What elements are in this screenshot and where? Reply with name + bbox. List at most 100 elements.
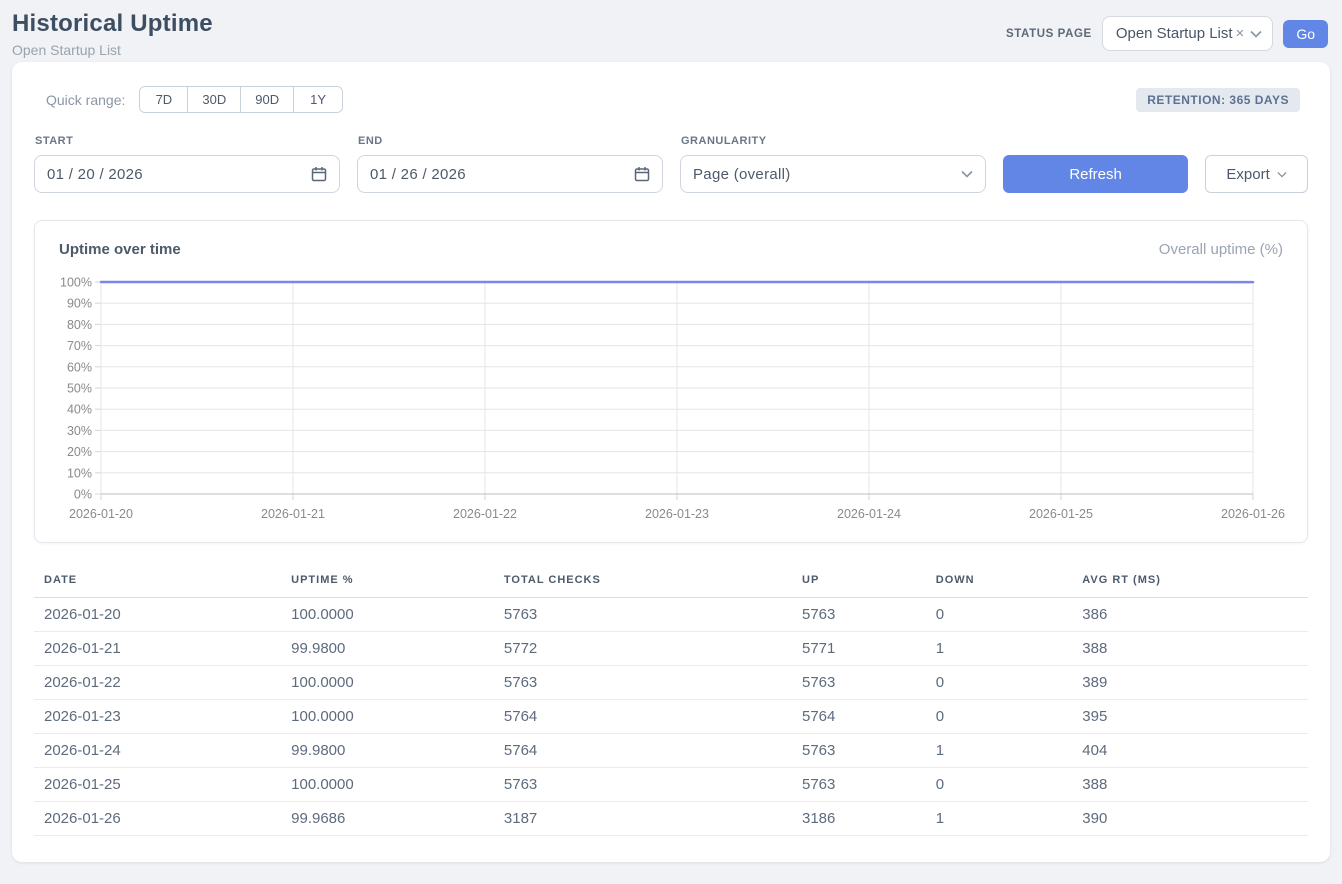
table-cell: 1	[926, 734, 1073, 768]
uptime-chart-card: Uptime over time Overall uptime (%) 0%10…	[34, 220, 1308, 543]
table-cell: 395	[1072, 700, 1308, 734]
table-cell: 5763	[792, 666, 926, 700]
granularity-field: GRANULARITY Page (overall)	[680, 135, 986, 193]
start-date-value: 01 / 20 / 2026	[47, 166, 143, 183]
table-row: 2026-01-2499.9800576457631404	[34, 734, 1308, 768]
column-header-up: UP	[792, 566, 926, 598]
quick-range-button-7d[interactable]: 7D	[140, 87, 188, 112]
end-date-field: END 01 / 26 / 2026	[357, 135, 663, 193]
status-page-controls: STATUS PAGE Open Startup List × Go	[1006, 16, 1328, 51]
table-cell: 5764	[494, 734, 792, 768]
table-cell: 388	[1072, 632, 1308, 666]
quick-range-button-30d[interactable]: 30D	[188, 87, 241, 112]
table-cell: 3186	[792, 802, 926, 836]
table-cell: 390	[1072, 802, 1308, 836]
uptime-table: DATEUPTIME %TOTAL CHECKSUPDOWNAVG RT (MS…	[34, 566, 1308, 836]
refresh-button[interactable]: Refresh	[1003, 155, 1188, 193]
uptime-line-chart[interactable]: 0%10%20%30%40%50%60%70%80%90%100%2026-01…	[59, 272, 1285, 528]
page-subtitle: Open Startup List	[12, 42, 213, 58]
granularity-label: GRANULARITY	[681, 135, 986, 147]
table-cell: 100.0000	[281, 700, 494, 734]
top-header: Historical Uptime Open Startup List STAT…	[0, 0, 1342, 62]
table-cell: 1	[926, 802, 1073, 836]
quick-range-button-1y[interactable]: 1Y	[294, 87, 342, 112]
svg-text:2026-01-24: 2026-01-24	[837, 507, 901, 521]
svg-text:60%: 60%	[67, 360, 92, 374]
end-date-label: END	[358, 135, 663, 147]
export-button[interactable]: Export	[1205, 155, 1308, 193]
table-cell: 5772	[494, 632, 792, 666]
svg-text:50%: 50%	[67, 382, 92, 396]
retention-badge: RETENTION: 365 DAYS	[1136, 88, 1300, 112]
svg-text:90%: 90%	[67, 297, 92, 311]
table-cell: 389	[1072, 666, 1308, 700]
end-date-input[interactable]: 01 / 26 / 2026	[357, 155, 663, 193]
table-cell: 5763	[792, 734, 926, 768]
title-block: Historical Uptime Open Startup List	[12, 10, 213, 58]
chevron-down-icon	[1250, 30, 1262, 38]
svg-text:2026-01-21: 2026-01-21	[261, 507, 325, 521]
table-cell: 0	[926, 598, 1073, 632]
column-header-uptime-: UPTIME %	[281, 566, 494, 598]
table-cell: 100.0000	[281, 598, 494, 632]
table-cell: 0	[926, 666, 1073, 700]
svg-text:80%: 80%	[67, 318, 92, 332]
go-button[interactable]: Go	[1283, 20, 1328, 48]
table-header-row: DATEUPTIME %TOTAL CHECKSUPDOWNAVG RT (MS…	[34, 566, 1308, 598]
svg-text:10%: 10%	[67, 466, 92, 480]
table-row: 2026-01-20100.0000576357630386	[34, 598, 1308, 632]
table-cell: 5763	[792, 598, 926, 632]
table-cell: 2026-01-25	[34, 768, 281, 802]
end-date-value: 01 / 26 / 2026	[370, 166, 466, 183]
table-cell: 3187	[494, 802, 792, 836]
main-panel: Quick range: 7D30D90D1Y RETENTION: 365 D…	[12, 62, 1330, 862]
table-row: 2026-01-2199.9800577257711388	[34, 632, 1308, 666]
status-page-select[interactable]: Open Startup List ×	[1102, 16, 1274, 51]
table-cell: 2026-01-20	[34, 598, 281, 632]
quick-range-button-group: 7D30D90D1Y	[139, 86, 343, 113]
calendar-icon[interactable]	[634, 166, 650, 182]
chevron-down-icon	[1277, 171, 1287, 178]
status-page-label: STATUS PAGE	[1006, 28, 1092, 40]
table-cell: 2026-01-24	[34, 734, 281, 768]
table-cell: 5764	[494, 700, 792, 734]
start-date-field: START 01 / 20 / 2026	[34, 135, 340, 193]
column-header-total-checks: TOTAL CHECKS	[494, 566, 792, 598]
table-row: 2026-01-23100.0000576457640395	[34, 700, 1308, 734]
table-cell: 2026-01-22	[34, 666, 281, 700]
clear-selection-icon[interactable]: ×	[1236, 26, 1245, 41]
granularity-selected-value: Page (overall)	[693, 166, 791, 183]
chart-title: Uptime over time	[59, 241, 181, 258]
table-cell: 99.9800	[281, 734, 494, 768]
column-header-down: DOWN	[926, 566, 1073, 598]
table-row: 2026-01-2699.9686318731861390	[34, 802, 1308, 836]
table-cell: 100.0000	[281, 768, 494, 802]
table-cell: 0	[926, 700, 1073, 734]
table-cell: 99.9800	[281, 632, 494, 666]
table-cell: 5764	[792, 700, 926, 734]
granularity-select[interactable]: Page (overall)	[680, 155, 986, 193]
start-date-label: START	[35, 135, 340, 147]
quick-range-row: Quick range: 7D30D90D1Y RETENTION: 365 D…	[34, 86, 1308, 113]
column-header-date: DATE	[34, 566, 281, 598]
quick-range-button-90d[interactable]: 90D	[241, 87, 294, 112]
page-title: Historical Uptime	[12, 10, 213, 38]
filter-form-row: START 01 / 20 / 2026 END 01 / 26 / 2026 …	[34, 135, 1308, 193]
svg-text:2026-01-23: 2026-01-23	[645, 507, 709, 521]
table-cell: 5763	[494, 666, 792, 700]
svg-text:30%: 30%	[67, 424, 92, 438]
table-cell: 2026-01-21	[34, 632, 281, 666]
table-cell: 5763	[494, 598, 792, 632]
column-header-avg-rt-ms-: AVG RT (MS)	[1072, 566, 1308, 598]
table-row: 2026-01-25100.0000576357630388	[34, 768, 1308, 802]
calendar-icon[interactable]	[311, 166, 327, 182]
svg-text:100%: 100%	[60, 276, 92, 290]
start-date-input[interactable]: 01 / 20 / 2026	[34, 155, 340, 193]
svg-text:20%: 20%	[67, 445, 92, 459]
svg-text:70%: 70%	[67, 339, 92, 353]
table-cell: 5763	[792, 768, 926, 802]
svg-text:2026-01-26: 2026-01-26	[1221, 507, 1285, 521]
table-cell: 5763	[494, 768, 792, 802]
svg-text:2026-01-25: 2026-01-25	[1029, 507, 1093, 521]
quick-range-label: Quick range:	[46, 92, 125, 108]
